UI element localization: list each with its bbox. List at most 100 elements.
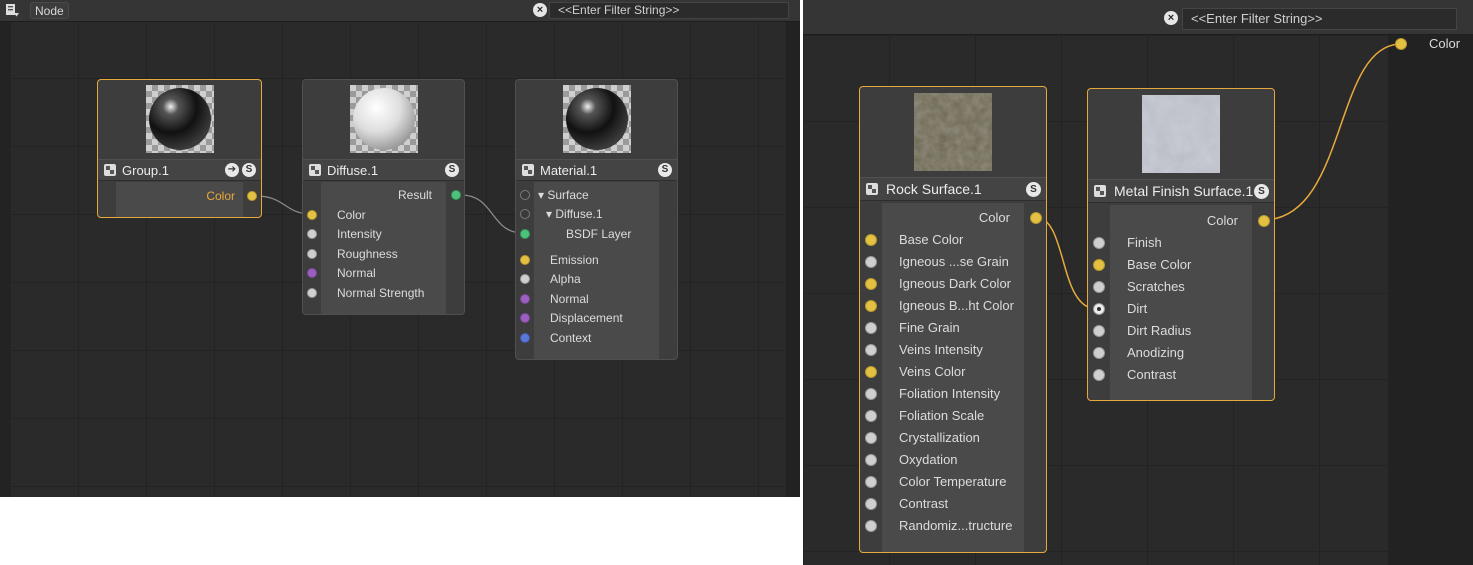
node-header[interactable]: Metal Finish Surface.1 S [1088,179,1274,203]
material-node[interactable]: Material.1 S ▾ Surface ▾ Diffuse.1 BSDF … [515,79,678,360]
input-port[interactable] [865,344,877,356]
output-port-color[interactable] [1030,212,1042,224]
input-port-normal[interactable] [520,294,530,304]
input-port-alpha[interactable] [520,274,530,284]
input-port[interactable] [865,388,877,400]
tree-item-surface[interactable]: ▾ Surface [538,186,589,204]
input-port-intensity[interactable] [307,229,317,239]
input-port[interactable] [865,432,877,444]
port-label: Igneous Dark Color [899,276,1011,291]
port-label: Veins Intensity [899,342,983,357]
input-port-diffuse[interactable] [520,209,530,219]
input-port[interactable] [1093,369,1105,381]
node-title: Diffuse.1 [327,163,379,178]
input-port[interactable] [1093,303,1105,315]
node-title: Rock Surface.1 [886,181,982,197]
port-label: Normal Strength [337,286,425,300]
port-label: Color Temperature [899,474,1007,489]
enter-group-icon[interactable]: ➔ [225,163,239,177]
input-port[interactable] [865,498,877,510]
input-port-bsdf-layer[interactable] [520,229,530,239]
input-port[interactable] [865,366,877,378]
port-label: Anodizing [1127,345,1185,360]
node-type-icon [522,164,534,176]
port-label: Dirt [1127,301,1148,316]
output-port-result[interactable] [451,190,461,200]
filter-input[interactable]: <<Enter Filter String>> [549,2,789,19]
input-port[interactable] [865,454,877,466]
port-label: Scratches [1127,279,1185,294]
canvas-edge [0,22,10,497]
material-preview [349,85,418,153]
input-port-surface[interactable] [520,190,530,200]
expand-arrow-icon: ▾ [546,207,556,221]
input-port[interactable] [865,476,877,488]
output-port-color[interactable] [1258,215,1270,227]
tree-item-bsdf-layer[interactable]: BSDF Layer [566,225,631,243]
node-title: Metal Finish Surface.1 [1114,183,1254,199]
canvas-edge-right [786,22,800,497]
node-editor-right[interactable]: × <<Enter Filter String>> Color Rock Sur… [803,0,1473,565]
port-label: Intensity [337,227,382,241]
rock-surface-node[interactable]: Rock Surface.1 S Color Base Color Igneous… [859,86,1047,553]
input-port-normal-strength[interactable] [307,288,317,298]
node-type-icon [1094,185,1106,197]
tree-item-diffuse[interactable]: ▾ Diffuse.1 [546,205,603,223]
port-label: Emission [550,253,599,267]
input-port-roughness[interactable] [307,249,317,259]
metal-finish-node[interactable]: Metal Finish Surface.1 S Color Finish Bas… [1087,88,1275,401]
node-header[interactable]: Group.1 ➔ S [98,159,261,181]
input-port[interactable] [1093,325,1105,337]
port-label: Randomiz...tructure [899,518,1013,533]
input-port-emission[interactable] [520,255,530,265]
tree-label: BSDF Layer [566,227,632,241]
solo-icon[interactable]: S [1026,182,1041,197]
input-port[interactable] [865,410,877,422]
input-port[interactable] [865,300,877,312]
output-port-color[interactable] [1395,38,1407,50]
port-label: Normal [337,266,376,280]
port-label-color: Color [1206,213,1238,228]
input-port[interactable] [865,322,877,334]
node-header[interactable]: Material.1 S [516,159,677,181]
group-node[interactable]: Group.1 ➔ S Color [97,79,262,218]
port-label: Foliation Scale [899,408,985,423]
port-label: Igneous ...se Grain [899,254,1009,269]
port-label-result: Result [397,188,432,202]
node-header[interactable]: Rock Surface.1 S [860,177,1046,201]
solo-icon[interactable]: S [658,163,672,177]
solo-icon[interactable]: S [242,163,256,177]
port-label-color: Color [978,210,1010,225]
clear-filter-icon[interactable]: × [533,3,547,17]
menu-icon[interactable] [5,3,20,18]
input-port[interactable] [1093,237,1105,249]
clear-filter-icon[interactable]: × [1164,11,1178,25]
tree-label: Diffuse.1 [555,207,603,221]
input-port[interactable] [865,256,877,268]
port-label: Dirt Radius [1127,323,1192,338]
input-port-normal[interactable] [307,268,317,278]
node-editor-left[interactable]: Node × <<Enter Filter String>> Group.1 ➔… [0,0,800,497]
solo-icon[interactable]: S [445,163,459,177]
input-port[interactable] [1093,259,1105,271]
input-port[interactable] [1093,347,1105,359]
port-label: Foliation Intensity [899,386,1001,401]
node-header[interactable]: Diffuse.1 S [303,159,464,181]
input-port[interactable] [865,278,877,290]
input-port[interactable] [1093,281,1105,293]
input-port-color[interactable] [307,210,317,220]
material-preview [145,85,214,153]
input-port-context[interactable] [520,333,530,343]
input-port-displacement[interactable] [520,313,530,323]
node-menu-button[interactable]: Node [30,2,69,19]
tree-label: Surface [547,188,589,202]
input-port[interactable] [865,234,877,246]
solo-icon[interactable]: S [1254,184,1269,199]
output-port-color[interactable] [247,191,257,201]
output-label-color: Color [1429,36,1461,51]
filter-input[interactable]: <<Enter Filter String>> [1182,8,1457,30]
node-type-icon [104,164,116,176]
input-port[interactable] [865,520,877,532]
diffuse-node[interactable]: Diffuse.1 S Result Color Intensity Rough… [302,79,465,315]
node-title: Material.1 [540,163,598,178]
